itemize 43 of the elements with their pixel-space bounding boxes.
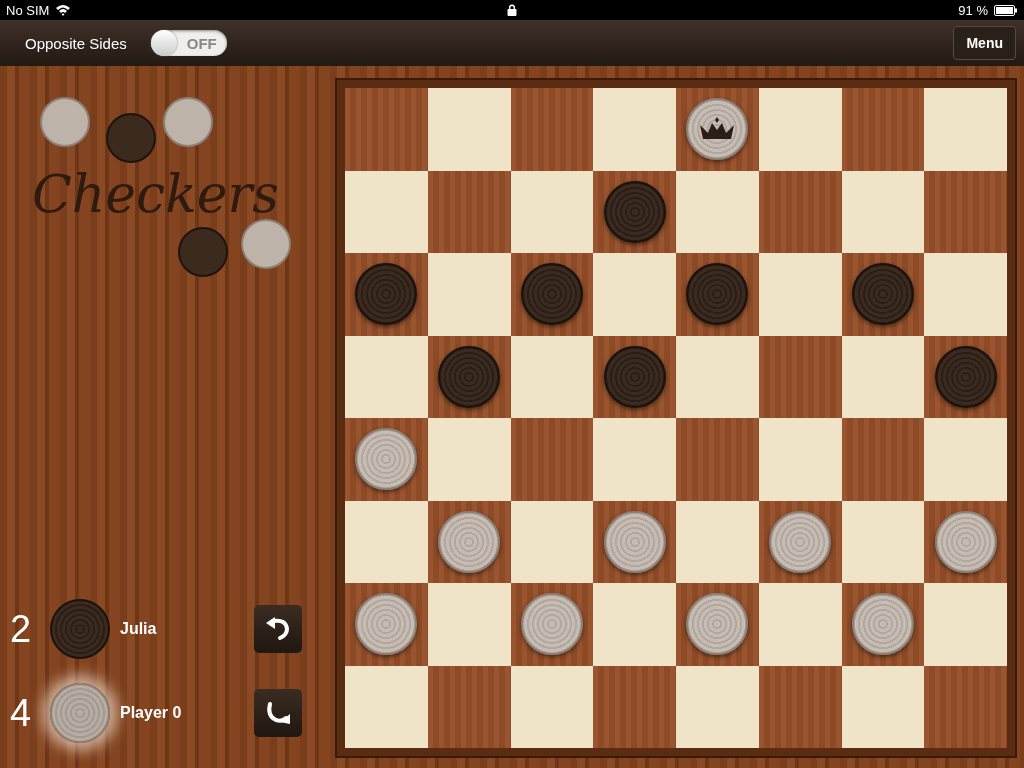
board-square[interactable] — [841, 253, 925, 336]
board-square[interactable] — [841, 583, 925, 666]
king-piece[interactable] — [686, 98, 749, 161]
player-name: Julia — [120, 620, 158, 638]
menu-button[interactable]: Menu — [953, 26, 1016, 60]
logo-title: Checkers — [32, 164, 279, 224]
checker-piece[interactable] — [355, 263, 418, 326]
checker-piece[interactable] — [603, 180, 666, 243]
carrier-label: No SIM — [6, 2, 50, 18]
player-score: 4 — [9, 691, 33, 735]
redo-button[interactable] — [254, 689, 302, 737]
checker-piece[interactable] — [355, 593, 418, 656]
checker-piece[interactable] — [686, 263, 749, 326]
player-name: Player 0 — [120, 704, 183, 722]
crown-icon — [698, 117, 737, 142]
checker-piece[interactable] — [520, 593, 583, 656]
lock-icon — [507, 4, 517, 16]
player-score: 2 — [9, 607, 33, 651]
checker-piece[interactable] — [603, 345, 666, 408]
battery-percent: 91 % — [958, 2, 988, 18]
checker-piece[interactable] — [769, 510, 832, 573]
toggle-label: Opposite Sides — [25, 34, 127, 52]
board-square[interactable] — [427, 500, 511, 583]
redo-icon — [264, 700, 292, 726]
checker-piece[interactable] — [603, 510, 666, 573]
board-square[interactable] — [510, 253, 594, 336]
checker-piece[interactable] — [851, 593, 914, 656]
checker-piece[interactable] — [355, 428, 418, 491]
battery-icon — [994, 4, 1018, 16]
undo-button[interactable] — [254, 605, 302, 653]
checker-piece[interactable] — [438, 345, 501, 408]
checker-piece[interactable] — [934, 345, 997, 408]
checker-piece[interactable] — [520, 263, 583, 326]
checker-piece[interactable] — [934, 510, 997, 573]
undo-icon — [264, 616, 292, 642]
board-square[interactable] — [427, 335, 511, 418]
checker-piece[interactable] — [686, 593, 749, 656]
checker-piece[interactable] — [438, 510, 501, 573]
checker-piece[interactable] — [851, 263, 914, 326]
board-square[interactable] — [758, 500, 842, 583]
board-square[interactable] — [510, 583, 594, 666]
wifi-icon — [55, 4, 72, 16]
board-square[interactable] — [676, 88, 759, 171]
